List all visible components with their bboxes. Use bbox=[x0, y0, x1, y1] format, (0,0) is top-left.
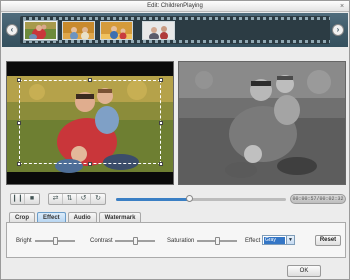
bright-slider-thumb[interactable] bbox=[52, 237, 58, 245]
window-title: Edit: ChildrenPlaying bbox=[147, 3, 203, 9]
chevron-down-icon[interactable]: ▼ bbox=[286, 236, 294, 244]
edit-button-group: ⇄ ⇅ ↺ ↻ bbox=[48, 193, 106, 205]
filmstrip: ‹ › bbox=[2, 13, 348, 47]
rotate-left-icon[interactable]: ↺ bbox=[77, 194, 91, 204]
close-icon[interactable]: × bbox=[338, 3, 346, 10]
bright-slider[interactable] bbox=[35, 237, 75, 245]
ok-button[interactable]: OK bbox=[287, 265, 321, 277]
crop-handle-left[interactable] bbox=[17, 121, 21, 125]
crop-handle-top-right[interactable] bbox=[159, 78, 163, 82]
contrast-label: Contrast bbox=[90, 238, 113, 244]
crop-handle-right[interactable] bbox=[159, 121, 163, 125]
reset-button[interactable]: Reset bbox=[315, 235, 341, 246]
effect-select-value: Gray bbox=[264, 237, 285, 244]
effect-panel: Bright Contrast Saturation Effect Gray ▼… bbox=[6, 222, 346, 258]
timecode-display: 00:00:57/00:02:32 bbox=[290, 194, 346, 204]
effect-select[interactable]: Gray ▼ bbox=[262, 235, 295, 245]
original-preview[interactable] bbox=[6, 61, 174, 185]
thumbnail-2[interactable] bbox=[62, 21, 95, 40]
thumbnail-4[interactable] bbox=[142, 21, 175, 40]
progress-fill bbox=[116, 198, 190, 201]
progress-track[interactable] bbox=[116, 195, 286, 202]
thumbnail-3[interactable] bbox=[100, 21, 133, 40]
crop-handle-bottom-left[interactable] bbox=[17, 162, 21, 166]
output-photo-grayscale bbox=[179, 62, 345, 184]
contrast-slider-thumb[interactable] bbox=[132, 237, 138, 245]
thumbnail-1[interactable] bbox=[24, 21, 57, 40]
rotate-right-icon[interactable]: ↻ bbox=[91, 194, 105, 204]
edit-window: Edit: ChildrenPlaying × ‹ › ❙❙ ■ ⇄ ⇅ ↺ ↻… bbox=[0, 0, 350, 280]
crop-handle-bottom-right[interactable] bbox=[159, 162, 163, 166]
effect-label: Effect bbox=[245, 238, 261, 244]
stop-icon[interactable]: ■ bbox=[25, 194, 39, 204]
output-preview bbox=[178, 61, 346, 185]
bright-label: Bright bbox=[16, 238, 32, 244]
saturation-slider-thumb[interactable] bbox=[214, 237, 220, 245]
crop-handle-top-left[interactable] bbox=[17, 78, 21, 82]
crop-handle-top[interactable] bbox=[88, 78, 92, 82]
title-bar: Edit: ChildrenPlaying × bbox=[1, 1, 349, 12]
next-arrow-icon[interactable]: › bbox=[332, 24, 344, 36]
film-sprockets-top bbox=[20, 17, 330, 20]
pause-icon[interactable]: ❙❙ bbox=[11, 194, 25, 204]
crop-handle-bottom[interactable] bbox=[88, 162, 92, 166]
contrast-slider[interactable] bbox=[115, 237, 155, 245]
flip-vertical-icon[interactable]: ⇅ bbox=[63, 194, 77, 204]
progress-thumb[interactable] bbox=[186, 195, 194, 202]
playback-controls: ❙❙ ■ ⇄ ⇅ ↺ ↻ 00:00:57/00:02:32 bbox=[6, 193, 346, 207]
previous-arrow-icon[interactable]: ‹ bbox=[6, 24, 18, 36]
saturation-label: Saturation bbox=[167, 238, 195, 244]
film-sprockets-bottom bbox=[20, 40, 330, 43]
crop-selection-box[interactable] bbox=[17, 78, 163, 166]
saturation-slider[interactable] bbox=[197, 237, 237, 245]
flip-horizontal-icon[interactable]: ⇄ bbox=[49, 194, 63, 204]
playback-button-group: ❙❙ ■ bbox=[10, 193, 40, 205]
